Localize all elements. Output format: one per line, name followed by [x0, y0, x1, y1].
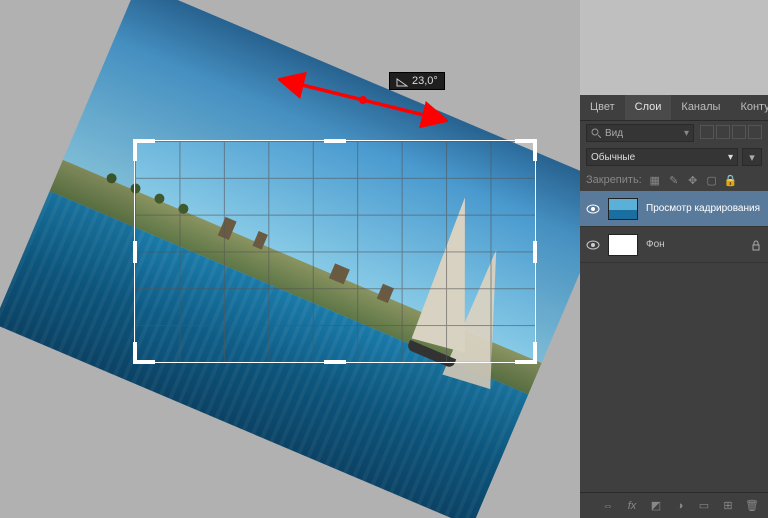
- filter-adjust-icon[interactable]: [716, 125, 730, 139]
- image-instance[interactable]: [0, 0, 580, 518]
- opacity-dropdown[interactable]: ▾: [742, 148, 762, 166]
- blend-mode-label: Обычные: [591, 152, 635, 163]
- tab-color[interactable]: Цвет: [580, 95, 625, 120]
- lock-pixels-icon[interactable]: ▦: [648, 173, 662, 187]
- layer-filter-icons[interactable]: [698, 125, 762, 142]
- lock-icon: [750, 239, 762, 251]
- chevron-down-icon: ▾: [749, 151, 755, 164]
- angle-value: 23,0°: [412, 75, 438, 87]
- visibility-eye-icon[interactable]: [586, 202, 600, 216]
- panel-tabs: Цвет Слои Каналы Контуры: [580, 95, 768, 121]
- angle-icon: [396, 75, 408, 87]
- layer-filter-field[interactable]: Вид ▾: [586, 124, 694, 142]
- visibility-eye-icon[interactable]: [586, 238, 600, 252]
- lock-artboard-icon[interactable]: ▢: [705, 173, 719, 187]
- layer-name[interactable]: Фон: [646, 239, 742, 250]
- layer-row[interactable]: Просмотр кадрирования: [580, 191, 768, 227]
- filter-image-icon[interactable]: [700, 125, 714, 139]
- adjust-icon[interactable]: ◑: [672, 498, 688, 514]
- layer-row[interactable]: Фон: [580, 227, 768, 263]
- lock-move-icon[interactable]: ✥: [686, 173, 700, 187]
- rotation-angle-tooltip: 23,0°: [389, 72, 445, 90]
- tab-channels[interactable]: Каналы: [671, 95, 730, 120]
- layer-name[interactable]: Просмотр кадрирования: [646, 203, 762, 214]
- lock-label: Закрепить:: [586, 174, 642, 186]
- layer-list: Просмотр кадрирования Фон: [580, 191, 768, 492]
- mask-icon[interactable]: ◩: [648, 498, 664, 514]
- tab-layers[interactable]: Слои: [625, 95, 672, 120]
- lock-all-icon[interactable]: 🔒: [724, 173, 738, 187]
- layers-panel: Цвет Слои Каналы Контуры Вид ▾ Обычные ▾…: [580, 95, 768, 518]
- layer-filter-label: Вид: [605, 128, 623, 139]
- layer-thumbnail[interactable]: [608, 198, 638, 220]
- panel-footer: ⇔ fx ◩ ◑ ▭ ⊞ 🗑: [580, 492, 768, 518]
- filter-shape-icon[interactable]: [748, 125, 762, 139]
- layer-thumbnail[interactable]: [608, 234, 638, 256]
- filter-text-icon[interactable]: [732, 125, 746, 139]
- link-icon[interactable]: ⇔: [600, 498, 616, 514]
- trash-icon[interactable]: 🗑: [744, 498, 760, 514]
- lock-brush-icon[interactable]: ✎: [667, 173, 681, 187]
- group-icon[interactable]: ▭: [696, 498, 712, 514]
- fx-icon[interactable]: fx: [624, 498, 640, 514]
- search-icon: [591, 128, 601, 138]
- new-icon[interactable]: ⊞: [720, 498, 736, 514]
- chevron-down-icon: ▾: [728, 152, 733, 163]
- blend-mode-select[interactable]: Обычные ▾: [586, 148, 738, 166]
- editor-canvas[interactable]: 23,0°: [0, 0, 580, 518]
- tab-paths[interactable]: Контуры: [730, 95, 768, 120]
